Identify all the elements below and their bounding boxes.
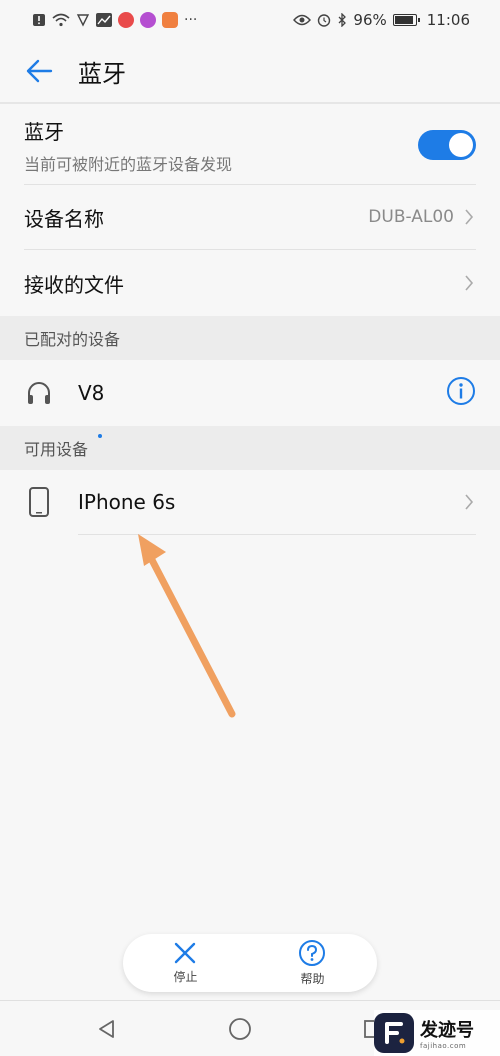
available-section-title: 可用设备 [24,440,89,459]
device-name-row[interactable]: 设备名称 DUB-AL00 [0,185,500,249]
eye-icon [293,14,312,26]
bluetooth-text: 蓝牙 当前可被附近的蓝牙设备发现 [24,116,232,175]
device-name-label: 设备名称 [24,206,104,231]
watermark-url: fajihao.com [420,1042,467,1050]
chevron-right-icon [464,207,476,227]
orange-app-icon [162,12,178,28]
switch-knob [449,133,473,157]
bluetooth-toggle-row[interactable]: 蓝牙 当前可被附近的蓝牙设备发现 [0,106,500,184]
help-label: 帮助 [300,972,325,986]
bluetooth-icon [337,13,347,27]
alarm-icon [317,13,331,27]
help-button[interactable]: 帮助 [298,939,326,987]
help-icon [299,940,326,966]
available-device-name: IPhone 6s [78,490,176,514]
received-files-row[interactable]: 接收的文件 [0,250,500,316]
battery-percent: 96% [353,11,387,29]
available-device-row[interactable]: IPhone 6s [0,470,500,534]
status-bar: ··· 96% 11:06 [0,0,500,40]
bluetooth-title: 蓝牙 [24,119,64,144]
close-icon [175,942,196,964]
purple-app-icon [140,12,156,28]
info-icon [447,377,475,405]
battery-icon [392,14,420,26]
shield-icon [76,13,90,27]
watermark-name: 发迹号 [420,1020,474,1041]
watermark-text: 发迹号 fajihao.com [420,1016,474,1050]
clock: 11:06 [426,11,470,29]
back-arrow-icon [26,59,53,83]
page-title: 蓝牙 [78,59,126,88]
watermark: 发迹号 fajihao.com [374,1010,500,1056]
status-bar-right: 96% 11:06 [293,11,470,29]
bottom-action-bar: 停止 帮助 [123,934,377,992]
scanning-indicator [98,434,103,438]
headphones-icon [24,379,54,407]
nav-home-button[interactable] [220,1009,260,1049]
available-section-header: 可用设备 [0,426,500,470]
red-app-icon [118,12,134,28]
circle-home-icon [229,1017,251,1040]
nav-back-button[interactable] [87,1009,127,1049]
paired-section-header: 已配对的设备 [0,316,500,360]
bluetooth-subtitle: 当前可被附近的蓝牙设备发现 [24,154,233,174]
device-name-value: DUB-AL00 [368,207,454,227]
wifi-icon [52,13,70,27]
annotation-arrow-icon [138,534,236,718]
paired-section-title: 已配对的设备 [24,330,121,349]
chevron-right-icon [464,492,476,512]
back-button[interactable] [24,56,54,86]
bluetooth-switch[interactable] [418,130,476,160]
received-files-label: 接收的文件 [24,272,124,297]
stop-label: 停止 [173,970,198,984]
stop-button[interactable]: 停止 [173,941,198,985]
paired-device-row[interactable]: V8 [0,360,500,426]
status-bar-left: ··· [32,12,197,28]
chevron-right-icon [464,273,476,293]
more-icon: ··· [184,12,198,28]
paired-device-name: V8 [78,381,105,405]
watermark-logo-icon [374,1013,414,1053]
device-info-button[interactable] [446,376,476,410]
battery-fill [394,16,413,24]
triangle-back-icon [98,1019,114,1038]
phone-icon [24,487,54,517]
alert-icon [32,13,46,27]
chart-app-icon [96,13,112,27]
app-header: 蓝牙 [0,40,500,104]
